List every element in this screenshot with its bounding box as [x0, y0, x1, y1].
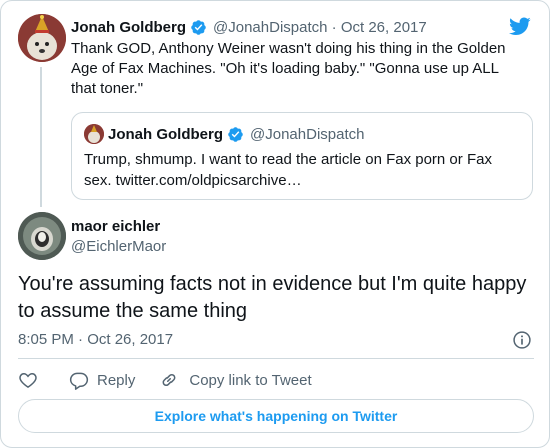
reply-button[interactable]: Reply: [69, 370, 135, 390]
like-button[interactable]: [18, 370, 38, 390]
reply-icon: [69, 372, 89, 390]
parent-tweet-date: Oct 26, 2017: [340, 18, 427, 36]
quoted-author-handle: @JonahDispatch: [250, 125, 365, 143]
parent-author-name[interactable]: Jonah Goldberg: [71, 19, 186, 36]
explore-twitter-button[interactable]: Explore what's happening on Twitter: [18, 399, 534, 433]
quoted-tweet-header: Jonah Goldberg @JonahDispatch: [108, 124, 364, 144]
info-icon[interactable]: [512, 330, 532, 350]
thread-connector-line: [40, 67, 42, 207]
main-tweet-timestamp[interactable]: 8:05 PM · Oct 26, 2017: [18, 331, 173, 348]
embedded-tweet-card: Jonah Goldberg @JonahDispatch · Oct 26, …: [0, 0, 550, 448]
parent-tweet-header: Jonah Goldberg @JonahDispatch · Oct 26, …: [71, 17, 427, 37]
quoted-author-name: Jonah Goldberg: [108, 125, 224, 143]
main-author-handle[interactable]: @EichlerMaor: [71, 238, 166, 255]
quoted-tweet[interactable]: Jonah Goldberg @JonahDispatch Trump, shm…: [71, 112, 533, 200]
copy-link-button[interactable]: Copy link to Tweet: [159, 370, 312, 390]
parent-tweet-text: Thank GOD, Anthony Weiner wasn't doing h…: [71, 40, 506, 97]
main-author-name[interactable]: maor eichler: [71, 218, 160, 235]
link-icon: [162, 373, 176, 387]
avatar-jonah-goldberg[interactable]: [18, 14, 66, 62]
main-tweet-text: You're assuming facts not in evidence bu…: [18, 273, 527, 322]
reply-label: Reply: [97, 371, 136, 389]
heart-icon: [19, 372, 37, 388]
verified-badge-icon: [228, 126, 243, 142]
quoted-tweet-text: Trump, shmump. I want to read the articl…: [84, 151, 492, 189]
avatar-quoted-author: [84, 124, 104, 144]
copy-link-label: Copy link to Tweet: [189, 371, 312, 389]
avatar-maor-eichler[interactable]: [18, 212, 66, 260]
action-divider: [18, 358, 534, 359]
tweet-actions: Reply Copy link to Tweet: [18, 370, 312, 390]
parent-author-handle[interactable]: @JonahDispatch · Oct 26, 2017: [213, 19, 427, 36]
verified-badge-icon: [191, 19, 206, 35]
twitter-logo-icon[interactable]: [508, 15, 532, 37]
